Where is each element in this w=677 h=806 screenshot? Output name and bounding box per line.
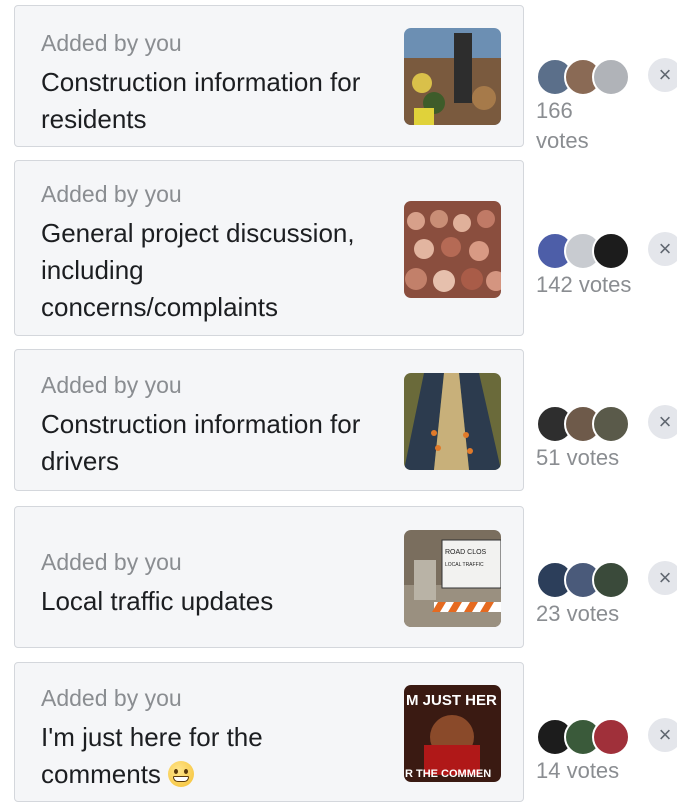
voter-avatars[interactable]	[536, 58, 646, 96]
topic-thumbnail	[404, 201, 501, 298]
topic-title: Construction information for residents	[41, 67, 361, 134]
avatar	[592, 561, 630, 599]
meme-text: R THE COMMEN	[405, 768, 491, 780]
vote-count[interactable]: 51 votes	[536, 443, 646, 473]
vote-count[interactable]: 142 votes	[536, 270, 646, 300]
topic-card[interactable]: Added by you General project discussion,…	[14, 160, 524, 336]
topic-thumbnail	[404, 373, 501, 470]
added-by-label: Added by you	[41, 685, 182, 711]
vote-summary: 23 votes	[536, 561, 646, 629]
topic-card[interactable]: Added by you Construction information fo…	[14, 5, 524, 147]
avatar	[592, 405, 630, 443]
vote-summary: 166 votes	[536, 58, 646, 156]
topic-title: Local traffic updates	[41, 586, 274, 616]
topic-thumbnail: ROAD CLOS LOCAL TRAFFIC	[404, 530, 501, 627]
grinning-face-emoji-icon	[168, 761, 195, 787]
close-icon[interactable]: ×	[648, 718, 677, 752]
avatar	[592, 58, 630, 96]
topic-thumbnail: M JUST HER R THE COMMEN	[404, 685, 501, 782]
voter-avatars[interactable]	[536, 405, 646, 443]
sign-text: ROAD CLOS	[445, 549, 487, 556]
vote-summary: 51 votes	[536, 405, 646, 473]
vote-count[interactable]: 166 votes	[536, 96, 616, 156]
voter-avatars[interactable]	[536, 232, 646, 270]
topic-title: I'm just here for the comments	[41, 722, 263, 789]
vote-count[interactable]: 14 votes	[536, 756, 646, 786]
added-by-label: Added by you	[41, 181, 182, 207]
close-icon[interactable]: ×	[648, 58, 677, 92]
topic-card[interactable]: Added by you I'm just here for the comme…	[14, 662, 524, 802]
topic-card[interactable]: Added by you Local traffic updates ROAD …	[14, 506, 524, 648]
vote-summary: 14 votes	[536, 718, 646, 786]
meme-text: M JUST HER	[406, 692, 497, 709]
close-icon[interactable]: ×	[648, 561, 677, 595]
topic-thumbnail	[404, 28, 501, 125]
topic-title: General project discussion, including co…	[41, 218, 355, 322]
added-by-label: Added by you	[41, 372, 182, 398]
vote-count[interactable]: 23 votes	[536, 599, 646, 629]
sign-text: LOCAL TRAFFIC	[445, 562, 484, 568]
added-by-label: Added by you	[41, 30, 182, 56]
avatar	[592, 718, 630, 756]
topic-card[interactable]: Added by you Construction information fo…	[14, 349, 524, 491]
topic-title: Construction information for drivers	[41, 409, 361, 476]
avatar	[592, 232, 630, 270]
vote-summary: 142 votes	[536, 232, 646, 300]
close-icon[interactable]: ×	[648, 232, 677, 266]
voter-avatars[interactable]	[536, 718, 646, 756]
voter-avatars[interactable]	[536, 561, 646, 599]
close-icon[interactable]: ×	[648, 405, 677, 439]
added-by-label: Added by you	[41, 549, 182, 575]
